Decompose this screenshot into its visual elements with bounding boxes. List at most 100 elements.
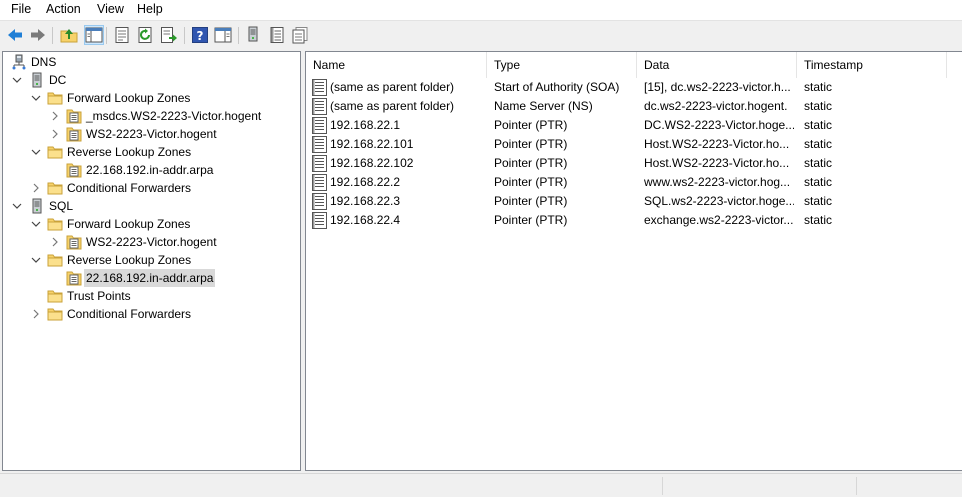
tree-node[interactable]: _msdcs.WS2-2223-Victor.hogent [3, 107, 300, 125]
cell-name: 192.168.22.1 [330, 118, 401, 132]
tree-node[interactable]: SQL [3, 197, 300, 215]
tree-node[interactable]: Reverse Lookup Zones [3, 143, 300, 161]
chevron-right-icon[interactable] [30, 305, 42, 323]
chevron-down-icon[interactable] [30, 215, 42, 233]
record-row[interactable]: 192.168.22.102 Pointer (PTR) Host.WS2-2223… [306, 154, 962, 173]
records-list-view[interactable]: Name Type Data Timestamp (same as parent fol… [305, 51, 962, 471]
server-icon [29, 72, 45, 88]
record-copy-icon[interactable] [291, 26, 309, 44]
record-icon [312, 136, 327, 153]
export-list-icon[interactable] [160, 26, 178, 44]
tree-node-label: 22.168.192.in-addr.arpa [86, 163, 214, 177]
record-icon [312, 79, 327, 96]
record-row[interactable]: (same as parent folder) Start of Authorit… [306, 78, 962, 97]
cell-data: SQL.ws2-2223-victor.hoge... [644, 194, 794, 208]
cell-name: (same as parent folder) [330, 80, 455, 94]
tree-node-label: Reverse Lookup Zones [67, 145, 192, 159]
chevron-right-icon[interactable] [30, 179, 42, 197]
zone-icon [66, 270, 82, 286]
menu-help[interactable]: Help [137, 2, 163, 16]
tree-node-label: Forward Lookup Zones [67, 217, 191, 231]
record-icon [312, 174, 327, 191]
tree-node-label: DNS [31, 55, 57, 69]
folder-icon [47, 90, 63, 106]
tree-node[interactable]: DNS [3, 53, 300, 71]
tree-node[interactable]: WS2-2223-Victor.hogent [3, 233, 300, 251]
record-row[interactable]: 192.168.22.3 Pointer (PTR) SQL.ws2-2223-vi… [306, 192, 962, 211]
properties-icon[interactable] [113, 26, 131, 44]
tree-node[interactable]: 22.168.192.in-addr.arpa [3, 269, 300, 287]
chevron-down-icon[interactable] [30, 143, 42, 161]
menu-file[interactable]: File [11, 2, 31, 16]
chevron-down-icon[interactable] [11, 197, 23, 215]
toolbar-separator [52, 27, 53, 44]
tree-node[interactable]: DC [3, 71, 300, 89]
tree-node[interactable]: WS2-2223-Victor.hogent [3, 125, 300, 143]
back-arrow-icon[interactable] [6, 26, 24, 44]
tree-node[interactable]: Trust Points [3, 287, 300, 305]
console-tree[interactable]: DNS DC Forward Lookup Zones _msdcs.WS2-2223… [2, 51, 301, 471]
cell-name: 192.168.22.4 [330, 213, 401, 227]
action-pane-icon[interactable] [214, 26, 232, 44]
record-row[interactable]: 192.168.22.4 Pointer (PTR) exchange.ws2-22… [306, 211, 962, 230]
tree-node-label: Forward Lookup Zones [67, 91, 191, 105]
tree-node[interactable]: Forward Lookup Zones [3, 215, 300, 233]
up-folder-icon[interactable] [60, 26, 78, 44]
record-row[interactable]: 192.168.22.2 Pointer (PTR) www.ws2-2223-vi… [306, 173, 962, 192]
server-icon[interactable] [245, 26, 263, 44]
menu-view[interactable]: View [97, 2, 124, 16]
tree-node-label: WS2-2223-Victor.hogent [86, 127, 217, 141]
tree-node[interactable]: Forward Lookup Zones [3, 89, 300, 107]
refresh-icon[interactable] [137, 26, 155, 44]
chevron-down-icon[interactable] [30, 251, 42, 269]
cell-data: Host.WS2-2223-Victor.ho... [644, 156, 790, 170]
record-row[interactable]: (same as parent folder) Name Server (NS) d… [306, 97, 962, 116]
chevron-right-icon[interactable] [49, 233, 61, 251]
cell-type: Pointer (PTR) [494, 213, 568, 227]
column-header-data[interactable]: Data [637, 52, 797, 78]
tree-node-label: DC [49, 73, 67, 87]
record-list-icon[interactable] [268, 26, 286, 44]
record-row[interactable]: 192.168.22.1 Pointer (PTR) DC.WS2-2223-Vic… [306, 116, 962, 135]
column-header-timestamp[interactable]: Timestamp [797, 52, 947, 78]
tree-node[interactable]: Conditional Forwarders [3, 179, 300, 197]
tree-node[interactable]: Reverse Lookup Zones [3, 251, 300, 269]
cell-type: Pointer (PTR) [494, 175, 568, 189]
cell-data: www.ws2-2223-victor.hog... [644, 175, 791, 189]
folder-icon [47, 180, 63, 196]
chevron-right-icon[interactable] [49, 125, 61, 143]
menu-action[interactable]: Action [46, 2, 81, 16]
cell-data: Host.WS2-2223-Victor.ho... [644, 137, 790, 151]
chevron-down-icon[interactable] [11, 71, 23, 89]
zone-icon [66, 162, 82, 178]
show-hide-console-tree-icon[interactable] [84, 25, 104, 45]
cell-data: DC.WS2-2223-Victor.hoge... [644, 118, 794, 132]
folder-icon [47, 288, 63, 304]
toolbar: ? [0, 20, 962, 50]
cell-type: Pointer (PTR) [494, 156, 568, 170]
toolbar-separator [106, 27, 107, 44]
column-header-type[interactable]: Type [487, 52, 637, 78]
cell-timestamp: static [804, 156, 833, 170]
chevron-right-icon[interactable] [49, 107, 61, 125]
record-icon [312, 117, 327, 134]
svg-text:?: ? [197, 29, 204, 43]
forward-arrow-icon[interactable] [29, 26, 47, 44]
tree-node[interactable]: 22.168.192.in-addr.arpa [3, 161, 300, 179]
toolbar-separator [184, 27, 185, 44]
chevron-down-icon[interactable] [30, 89, 42, 107]
tree-node-label: WS2-2223-Victor.hogent [86, 235, 217, 249]
folder-icon [47, 216, 63, 232]
help-icon[interactable]: ? [191, 26, 209, 44]
record-icon [312, 193, 327, 210]
tree-node[interactable]: Conditional Forwarders [3, 305, 300, 323]
record-icon [312, 212, 327, 229]
zone-icon [66, 126, 82, 142]
server-icon [29, 198, 45, 214]
folder-icon [47, 252, 63, 268]
record-row[interactable]: 192.168.22.101 Pointer (PTR) Host.WS2-2223… [306, 135, 962, 154]
tree-node-label: Trust Points [67, 289, 131, 303]
column-header-name[interactable]: Name [306, 52, 487, 78]
cell-name: 192.168.22.101 [330, 137, 414, 151]
cell-timestamp: static [804, 175, 833, 189]
